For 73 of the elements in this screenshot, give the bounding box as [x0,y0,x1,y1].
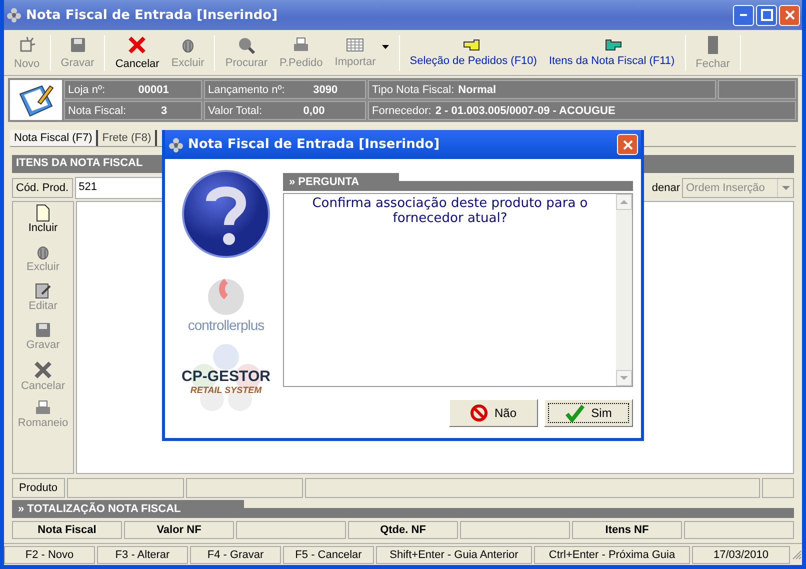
no-button[interactable]: Não [449,399,538,427]
dropdown-arrow-icon [782,186,790,190]
section-title: ITENS DA NOTA FISCAL [16,157,143,169]
field-label: Nota Fiscal: [68,104,126,116]
document-pencil-icon [10,80,62,120]
printer-icon [34,399,52,417]
dialog-title: Nota Fiscal de Entrada [Inserindo] [188,137,441,152]
dropdown-arrow-icon[interactable] [382,44,389,48]
magnifier-icon [237,36,256,54]
grid-icon [346,37,364,53]
status-bar-item: Shift+Enter - Guia Anterior [376,546,532,564]
side-action-button[interactable]: Incluir [13,204,73,243]
cross-icon [127,35,148,55]
cross-icon [33,360,53,380]
edit-document-icon [34,282,52,300]
column-header: Valor NF [124,521,234,539]
flower-icon [6,7,22,23]
field-value: 3 [160,104,168,116]
field-label: Cód. Prod. [12,178,73,198]
status-bar-item: Ctrl+Enter - Próxima Guia [534,546,690,564]
prohibited-icon [470,404,488,422]
column-header: Itens NF [572,521,682,539]
resize-grip-icon [792,550,802,560]
status-bar-item: F4 - Gravar [190,546,281,564]
window-title: Nota Fiscal de Entrada [Inserindo] [26,8,279,22]
field-label: Valor Total: [208,104,262,116]
toolbar-button[interactable]: Cancelar [109,35,166,70]
yes-button[interactable]: Sim [544,399,633,427]
brand-logo: CP-GESTOR RETAIL SYSTEM [176,343,276,419]
field-label: Produto [12,478,65,498]
maximize-button[interactable] [756,4,777,26]
printer-icon [292,36,310,54]
close-icon [622,138,634,150]
field-value: Normal [458,84,498,96]
field-label: denar [652,182,680,194]
message-text: Confirma associação deste produto para o fornecedor atual? [311,195,589,228]
status-bar-item: F2 - Novo [4,546,95,564]
dropdown-field[interactable]: Ordem Inserção [682,178,794,198]
status-bar-item: F3 - Alterar [97,546,188,564]
text-field[interactable] [66,478,184,498]
field-label: Tipo Nota Fiscal: [372,84,454,96]
close-icon [784,9,796,21]
field-value: 0,00 [302,104,326,116]
scroll-bar[interactable] [616,194,632,386]
status-bar-item: F5 - Cancelar [283,546,374,564]
text-field[interactable] [304,478,760,498]
text-field[interactable] [186,478,303,498]
field-label: Lançamento nº: [208,84,285,96]
field-value: 00001 [137,84,170,96]
question-mark-icon [181,169,271,259]
check-mark-icon [565,404,586,422]
tab[interactable]: Frete (F8) [98,130,158,146]
minimize-icon [740,14,747,16]
status-bar-item: 17/03/2010 [692,546,790,564]
field-label: Fornecedor: [372,104,432,116]
field-value: 2 - 01.003.005/0007-09 - ACOUGUE [435,104,616,116]
column-header: Nota Fiscal [12,521,122,539]
maximize-icon [760,9,772,21]
section-title: » PERGUNTA [289,176,360,188]
close-button[interactable] [779,4,800,26]
field-label: Loja nº: [68,84,106,96]
flower-icon [168,136,184,152]
toolbar-button[interactable]: Itens da Nota Fiscal (F11) [542,38,681,67]
toolbar-button[interactable]: Seleção de Pedidos (F10) [404,38,543,67]
section-title: » TOTALIZAÇÃO NOTA FISCAL [18,503,181,515]
field-value: 3090 [312,84,339,96]
brand-logo: controllerplus [188,277,264,333]
column-header: Qtde. NF [348,521,458,539]
document-icon [35,204,51,222]
minimize-button[interactable] [733,4,754,26]
text-field[interactable] [762,478,794,498]
close-button[interactable] [617,134,638,155]
tab[interactable]: Nota Fiscal (F7) [10,130,98,146]
